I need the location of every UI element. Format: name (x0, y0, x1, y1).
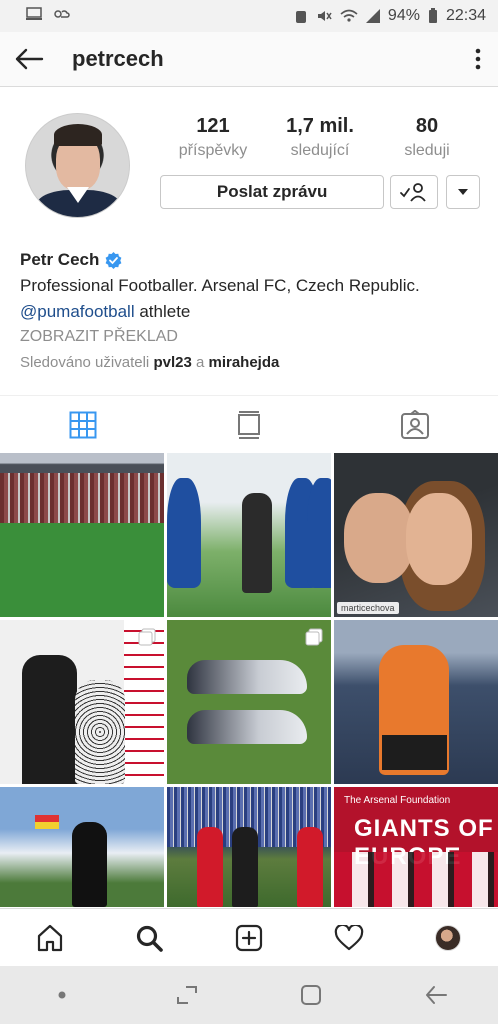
tagged-person-icon (401, 409, 429, 439)
profile-stats: 121 příspěvky 1,7 mil. sledující 80 sled… (160, 115, 480, 160)
back-button[interactable] (0, 32, 58, 87)
system-dot-button[interactable] (27, 966, 97, 1024)
see-translation-link[interactable]: ZOBRAZIT PŘEKLAD (20, 328, 480, 346)
caret-down-icon (458, 189, 469, 195)
screen-cast-icon (26, 6, 44, 26)
nav-activity[interactable] (319, 909, 379, 967)
photo-tag-label: marticechova (337, 602, 399, 614)
profile-header-bar: petrcech (0, 32, 498, 87)
nav-new-post[interactable] (219, 909, 279, 967)
profile-avatar[interactable] (25, 113, 130, 218)
status-bar: 94% 22:34 (0, 0, 498, 32)
profile-avatar-small (435, 924, 462, 951)
nav-home[interactable] (20, 909, 80, 967)
system-navigation-bar (0, 966, 498, 1024)
home-icon (37, 924, 62, 951)
bio-mention-line: @pumafootball athlete (20, 302, 480, 322)
bottom-navigation (0, 908, 498, 966)
wifi-icon (340, 9, 358, 23)
following-label: sleduji (404, 142, 450, 159)
post-thumbnail[interactable] (334, 620, 498, 784)
multiple-photos-icon (138, 628, 156, 646)
back-arrow-icon (15, 48, 44, 70)
followers-label: sledující (290, 142, 350, 159)
clock-time: 22:34 (445, 7, 486, 24)
heart-icon (334, 924, 363, 950)
dot-icon (58, 991, 66, 999)
add-post-icon (235, 924, 263, 951)
tab-grid[interactable] (33, 396, 133, 454)
posts-stat[interactable]: 121 příspěvky (160, 115, 266, 160)
followed-by-user-link[interactable]: mirahejda (208, 354, 279, 371)
verified-badge-icon (105, 251, 122, 269)
system-recents-button[interactable] (152, 966, 222, 1024)
post-thumbnail[interactable] (167, 453, 331, 617)
bio-text: Professional Footballer. Arsenal FC, Cze… (20, 276, 420, 295)
mention-suffix: athlete (139, 302, 191, 321)
followed-by-prefix: Sledováno uživateli (20, 354, 150, 371)
mention-link[interactable]: @pumafootball (20, 302, 135, 321)
multiple-photos-icon (305, 628, 323, 646)
following-stat[interactable]: 80 sleduji (374, 115, 480, 160)
grid-icon (69, 411, 97, 438)
profile-view-tabs (0, 395, 498, 453)
following-status-button[interactable] (390, 175, 439, 209)
followed-by-text: Sledováno uživateli pvl23 a mirahejda (20, 354, 480, 371)
post-thumbnail[interactable]: The Arsenal Foundation GIANTS OF EUROPE (334, 787, 498, 907)
battery-icon (428, 8, 438, 24)
battery-percent: 94% (387, 7, 420, 24)
post-thumbnail[interactable] (167, 787, 331, 907)
profile-name: Petr Cech (20, 250, 100, 269)
recents-icon (176, 986, 197, 1004)
mute-icon (316, 8, 332, 24)
profile-name-row: Petr Cech (20, 250, 480, 270)
more-options-button[interactable] (458, 32, 498, 87)
nav-search[interactable] (119, 909, 179, 967)
suggested-users-dropdown[interactable] (446, 175, 480, 209)
send-message-button[interactable]: Poslat zprávu (160, 175, 385, 209)
home-square-icon (301, 985, 322, 1005)
followers-stat[interactable]: 1,7 mil. sledující (267, 115, 373, 160)
posts-grid: marticechova The Arsenal Foundation GIAN… (0, 453, 498, 908)
nav-profile[interactable] (418, 909, 478, 967)
user-check-icon (400, 183, 426, 202)
system-home-button[interactable] (276, 966, 346, 1024)
followed-by-and: a (195, 354, 205, 371)
following-count: 80 (415, 115, 439, 137)
profile-actions: Poslat zprávu (160, 175, 480, 209)
back-icon (425, 986, 447, 1004)
system-back-button[interactable] (401, 966, 471, 1024)
post-thumbnail[interactable] (0, 620, 164, 784)
followed-by-user-link[interactable]: pvl23 (153, 354, 191, 371)
page-title: petrcech (72, 46, 164, 71)
alarm-icon (294, 8, 308, 24)
posts-count: 121 (196, 115, 230, 137)
post-thumbnail[interactable]: marticechova (334, 453, 498, 617)
profile-summary: 121 příspěvky 1,7 mil. sledující 80 sled… (0, 87, 498, 237)
tab-tagged[interactable] (365, 396, 465, 454)
poster-header-text: The Arsenal Foundation (344, 795, 451, 806)
post-thumbnail[interactable] (167, 620, 331, 784)
post-thumbnail[interactable] (0, 787, 164, 907)
weather-icon (52, 7, 70, 26)
post-thumbnail[interactable] (0, 453, 164, 617)
tab-feed[interactable] (199, 396, 299, 454)
more-vertical-icon (475, 48, 481, 70)
signal-icon (365, 9, 380, 23)
feed-icon (238, 410, 260, 439)
posts-label: příspěvky (178, 142, 248, 159)
followers-count: 1,7 mil. (286, 115, 354, 137)
profile-bio: Petr Cech Professional Footballer. Arsen… (20, 250, 480, 371)
search-icon (137, 925, 164, 952)
